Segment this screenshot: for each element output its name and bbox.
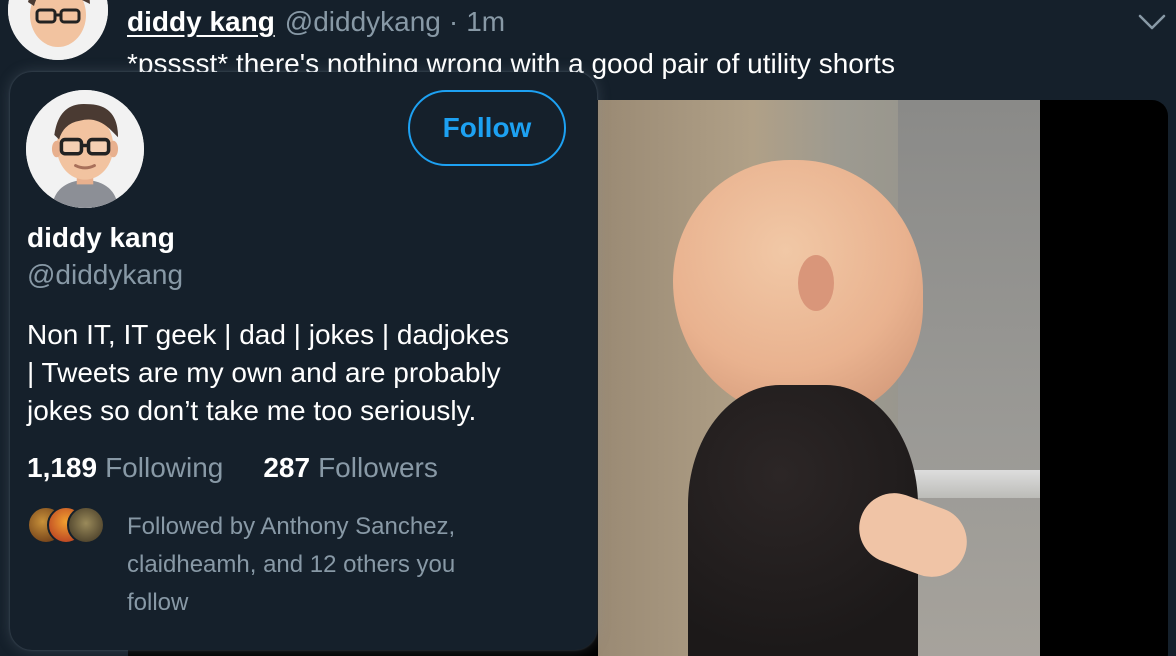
profile-hover-card: Follow diddy kang @diddykang Non IT, IT …	[10, 72, 597, 650]
chevron-down-icon	[1138, 14, 1166, 30]
twitter-timeline: diddy kang @diddykang · 1m *psssst* ther…	[0, 0, 1176, 656]
following-stat-link[interactable]: 1,189 Following	[27, 450, 223, 486]
profile-avatar[interactable]	[26, 90, 144, 208]
mutual-line: follow	[127, 589, 189, 616]
bio-line: jokes so don’t take me too seriously.	[27, 395, 477, 426]
tweet-header: diddy kang @diddykang · 1m	[127, 4, 505, 40]
gif-baby-ear	[798, 255, 834, 311]
followers-label: Followers	[318, 452, 438, 483]
profile-handle[interactable]: @diddykang	[27, 257, 183, 293]
mutual-followers-text[interactable]: Followed by Anthony Sanchez, claidheamh,…	[127, 508, 547, 622]
tweet-timestamp[interactable]: 1m	[466, 4, 505, 40]
following-count: 1,189	[27, 452, 98, 483]
profile-bio: Non IT, IT geek | dad | jokes | dadjokes…	[27, 316, 582, 430]
tweet-author-avatar[interactable]	[8, 0, 108, 60]
mutual-avatar	[67, 506, 105, 544]
mutual-line: claidheamh, and 12 others you	[127, 551, 456, 578]
mutual-followers-avatars[interactable]	[27, 506, 109, 546]
bio-line: Non IT, IT geek | dad | jokes | dadjokes	[27, 319, 510, 350]
follow-button[interactable]: Follow	[408, 90, 566, 166]
gif-frame	[598, 100, 1040, 656]
tweet-separator: ·	[448, 6, 459, 37]
mutual-line: Followed by Anthony Sanchez,	[127, 513, 456, 540]
followers-count: 287	[263, 452, 311, 483]
tweet-more-button[interactable]	[1136, 10, 1168, 34]
memoji-avatar-icon	[26, 90, 144, 208]
profile-stats: 1,189 Following 287 Followers	[27, 450, 438, 486]
profile-name[interactable]: diddy kang	[27, 220, 175, 256]
followers-stat-link[interactable]: 287 Followers	[263, 450, 438, 486]
tweet-author-name[interactable]: diddy kang	[127, 4, 275, 40]
bio-line: | Tweets are my own and are probably	[27, 357, 501, 388]
following-label: Following	[105, 452, 224, 483]
tweet-author-handle[interactable]: @diddykang	[285, 4, 441, 40]
memoji-avatar-icon	[8, 0, 108, 60]
